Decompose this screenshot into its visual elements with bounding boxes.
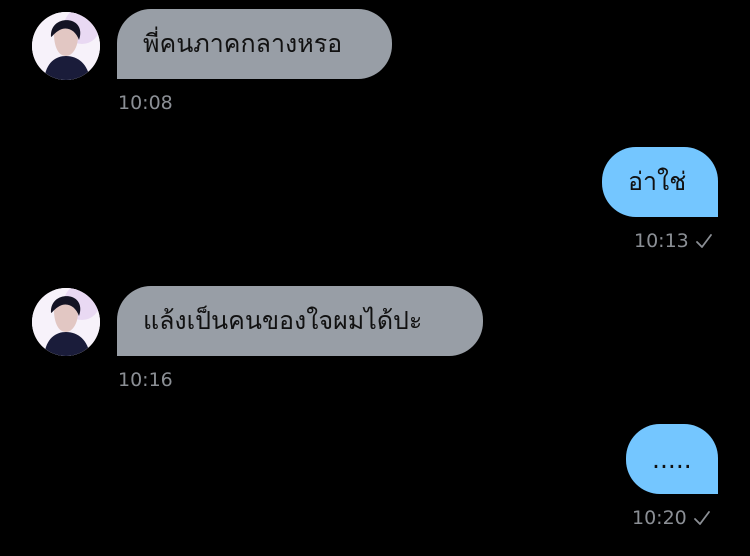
profile-photo-icon: [32, 288, 100, 356]
sender-avatar[interactable]: [32, 288, 100, 356]
message-bubble-outgoing[interactable]: อ่าใช่: [602, 147, 718, 217]
message-text: อ่าใช่: [628, 167, 687, 196]
timestamp-text: 10:20: [632, 507, 687, 529]
timestamp-text: 10:13: [634, 230, 689, 252]
message-timestamp: 10:08: [118, 92, 173, 114]
sender-avatar[interactable]: [32, 12, 100, 80]
message-bubble-incoming[interactable]: พี่คนภาคกลางหรอ: [117, 9, 392, 79]
message-text: .....: [652, 444, 692, 474]
message-bubble-incoming[interactable]: แล้งเป็นคนของใจผมได้ปะ: [117, 286, 483, 356]
message-timestamp: 10:20: [632, 507, 711, 529]
profile-photo-icon: [32, 12, 100, 80]
timestamp-text: 10:08: [118, 92, 173, 114]
message-text: แล้งเป็นคนของใจผมได้ปะ: [143, 306, 423, 335]
message-timestamp: 10:16: [118, 369, 173, 391]
message-bubble-outgoing[interactable]: .....: [626, 424, 718, 494]
check-icon: [695, 234, 712, 248]
message-text: พี่คนภาคกลางหรอ: [143, 29, 343, 58]
check-icon: [693, 511, 710, 525]
timestamp-text: 10:16: [118, 369, 173, 391]
message-timestamp: 10:13: [634, 230, 713, 252]
